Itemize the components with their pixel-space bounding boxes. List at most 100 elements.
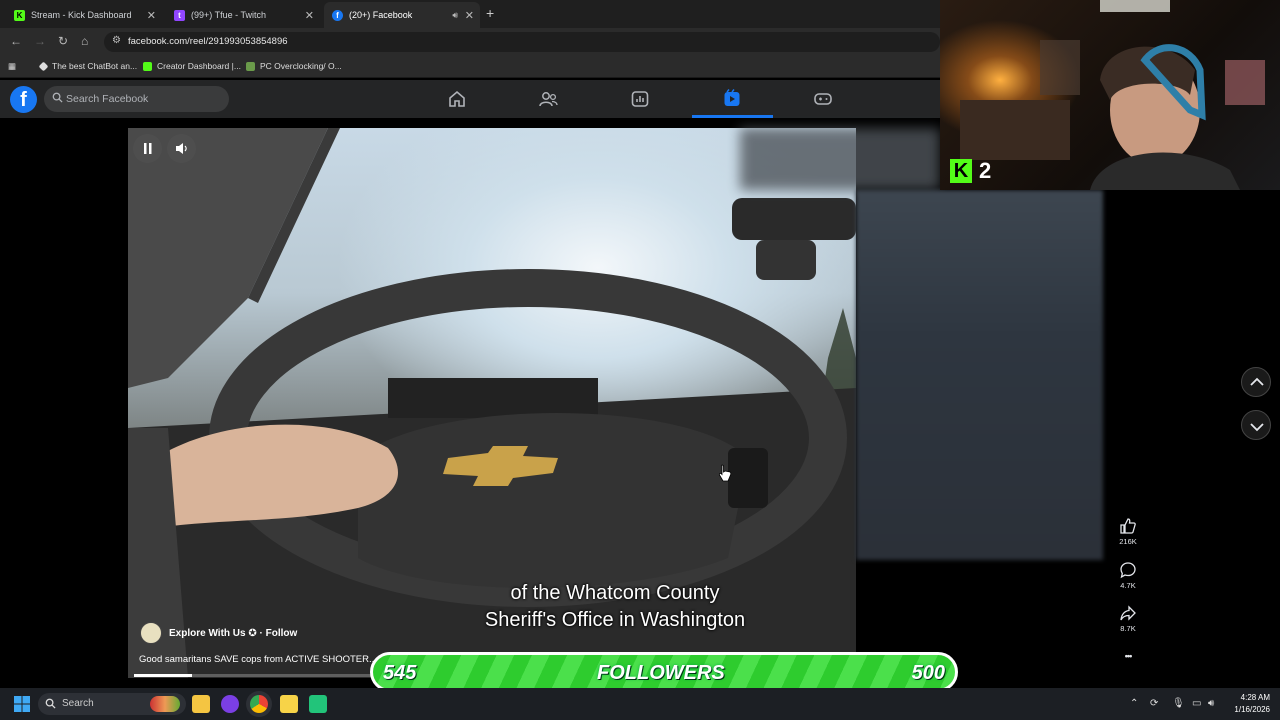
clock-time: 4:28 AM: [1240, 693, 1270, 702]
windows-start-icon[interactable]: [13, 695, 31, 713]
home-icon[interactable]: [446, 88, 468, 110]
facebook-header: f Search Facebook: [0, 80, 940, 118]
video-icon[interactable]: [721, 88, 743, 110]
bookmark-label: Creator Dashboard |...: [157, 61, 241, 71]
kick-logo-icon: K: [950, 159, 972, 183]
bookmark-icon: [38, 61, 49, 71]
search-placeholder: Search Facebook: [66, 93, 149, 105]
chrome-icon[interactable]: [250, 695, 268, 713]
sync-icon[interactable]: ⟳: [1150, 698, 1158, 709]
facebook-search-input[interactable]: Search Facebook: [44, 86, 229, 112]
kick-viewer-badge: K 2: [950, 158, 991, 184]
comment-icon: [1120, 562, 1136, 579]
goal-label: FOLLOWERS: [597, 662, 725, 684]
home-button[interactable]: ⌂: [81, 34, 88, 48]
chevron-down-icon: [1250, 423, 1264, 432]
active-nav-indicator: [692, 115, 773, 118]
file-explorer-icon[interactable]: [192, 695, 210, 713]
address-bar-row: ← → ↻ ⌂ ⚙︎ facebook.com/reel/29199305385…: [0, 28, 940, 56]
close-tab-icon[interactable]: ✕: [305, 9, 314, 22]
video-progress-fill: [134, 674, 192, 677]
kick-icon: [143, 61, 152, 71]
bookmark-chatbot[interactable]: The best ChatBot an...: [38, 61, 138, 71]
author-name[interactable]: Explore With Us: [169, 628, 246, 639]
bookmark-icon: [246, 61, 255, 71]
new-tab-button[interactable]: +: [486, 5, 494, 21]
mouse-cursor-icon: [718, 464, 732, 482]
speaker-icon: [176, 143, 187, 154]
tab-label: (20+) Facebook: [349, 10, 413, 20]
viewer-count: 2: [979, 158, 992, 183]
speaker-icon[interactable]: 🔊︎: [452, 10, 458, 21]
microphone-icon[interactable]: 🎙︎: [1172, 698, 1185, 709]
clock-date: 1/16/2026: [1234, 705, 1270, 714]
subtitle-line-1: of the Whatcom County: [510, 582, 720, 604]
previous-reel-button[interactable]: [1241, 367, 1271, 397]
back-button[interactable]: ←: [10, 34, 22, 48]
apps-grid-icon[interactable]: ▦: [8, 61, 16, 72]
next-reel-button[interactable]: [1241, 410, 1271, 440]
bookmarks-bar: ▦ The best ChatBot an... Creator Dashboa…: [0, 56, 940, 78]
tab-kick-dashboard[interactable]: K Stream - Kick Dashboard ✕: [6, 2, 162, 28]
pause-icon: [144, 143, 152, 154]
system-clock[interactable]: 4:28 AM 1/16/2026: [1234, 692, 1270, 716]
thumbs-up-icon: [1120, 518, 1136, 534]
verified-icon: ✪: [248, 627, 257, 639]
comment-count: 4.7K: [1120, 581, 1136, 590]
mute-button[interactable]: [167, 134, 196, 163]
bookmark-label: The best ChatBot an...: [52, 61, 138, 71]
twitch-favicon-icon: t: [174, 9, 185, 21]
goal-current: 545: [383, 662, 417, 684]
browser-tab-bar: K Stream - Kick Dashboard ✕ t (99+) Tfue…: [0, 0, 940, 28]
share-count: 8.7K: [1120, 624, 1136, 633]
tab-twitch[interactable]: t (99+) Tfue - Twitch ✕: [166, 2, 320, 28]
site-info-icon[interactable]: ⚙︎: [112, 35, 121, 46]
facebook-logo-icon[interactable]: f: [10, 86, 37, 113]
reload-button[interactable]: ↻: [58, 34, 68, 48]
subtitle-line-2: Sheriff's Office in Washington: [484, 609, 746, 631]
app-icon[interactable]: [221, 695, 239, 713]
pause-button[interactable]: [133, 134, 162, 163]
follow-button[interactable]: · Follow: [260, 628, 298, 639]
like-count: 216K: [1119, 537, 1137, 546]
like-button[interactable]: 216K: [1114, 517, 1142, 546]
taskbar-search-placeholder: Search: [62, 698, 94, 709]
blurred-next-reel: [856, 190, 1103, 560]
goal-target: 500: [911, 662, 945, 684]
display-icon[interactable]: ▭: [1192, 698, 1201, 709]
url-text: facebook.com/reel/291993053854896: [128, 36, 288, 47]
share-button[interactable]: 8.7K: [1114, 604, 1142, 633]
tray-chevron-up-icon[interactable]: ⌃: [1130, 698, 1138, 709]
webcam-overlay: K 2: [940, 0, 1280, 190]
bookmark-label: PC Overclocking/ O...: [260, 61, 342, 71]
chevron-up-icon: [1250, 377, 1264, 386]
close-tab-icon[interactable]: ✕: [147, 9, 156, 22]
follower-goal-bar: 545 FOLLOWERS 500: [370, 652, 958, 692]
bookmark-pc-overclocking[interactable]: PC Overclocking/ O...: [246, 61, 342, 71]
sticky-notes-icon[interactable]: [280, 695, 298, 713]
kick-favicon-icon: K: [14, 9, 25, 21]
author-avatar[interactable]: [140, 622, 162, 644]
friends-icon[interactable]: [537, 88, 559, 110]
bookmark-creator-dashboard[interactable]: Creator Dashboard |...: [143, 61, 241, 71]
tab-label: Stream - Kick Dashboard: [31, 10, 132, 20]
tab-facebook[interactable]: f (20+) Facebook 🔊︎ ✕: [324, 2, 480, 28]
reel-author[interactable]: Explore With Us ✪ · Follow: [140, 622, 297, 644]
dashboard-icon[interactable]: [629, 88, 651, 110]
url-bar[interactable]: ⚙︎ facebook.com/reel/291993053854896: [104, 32, 940, 52]
app-icon[interactable]: [309, 695, 327, 713]
reel-caption[interactable]: Good samaritans SAVE cops from ACTIVE SH…: [139, 654, 377, 665]
more-options-icon[interactable]: •••: [1114, 651, 1142, 661]
search-highlight-icon: [150, 696, 180, 712]
volume-icon[interactable]: 🔊︎: [1208, 698, 1214, 709]
taskbar-search[interactable]: Search: [38, 693, 186, 715]
search-icon: [45, 698, 56, 709]
facebook-favicon-icon: f: [332, 9, 343, 21]
comment-button[interactable]: 4.7K: [1114, 561, 1142, 590]
windows-taskbar: Search ⌃ ⟳ 🎙︎ ▭ 🔊︎ 4:28 AM 1/16/2026: [0, 688, 1280, 720]
close-tab-icon[interactable]: ✕: [465, 9, 474, 22]
forward-button[interactable]: →: [34, 34, 46, 48]
share-icon: [1120, 605, 1136, 621]
search-icon: [52, 92, 63, 103]
gaming-icon[interactable]: [812, 88, 834, 110]
